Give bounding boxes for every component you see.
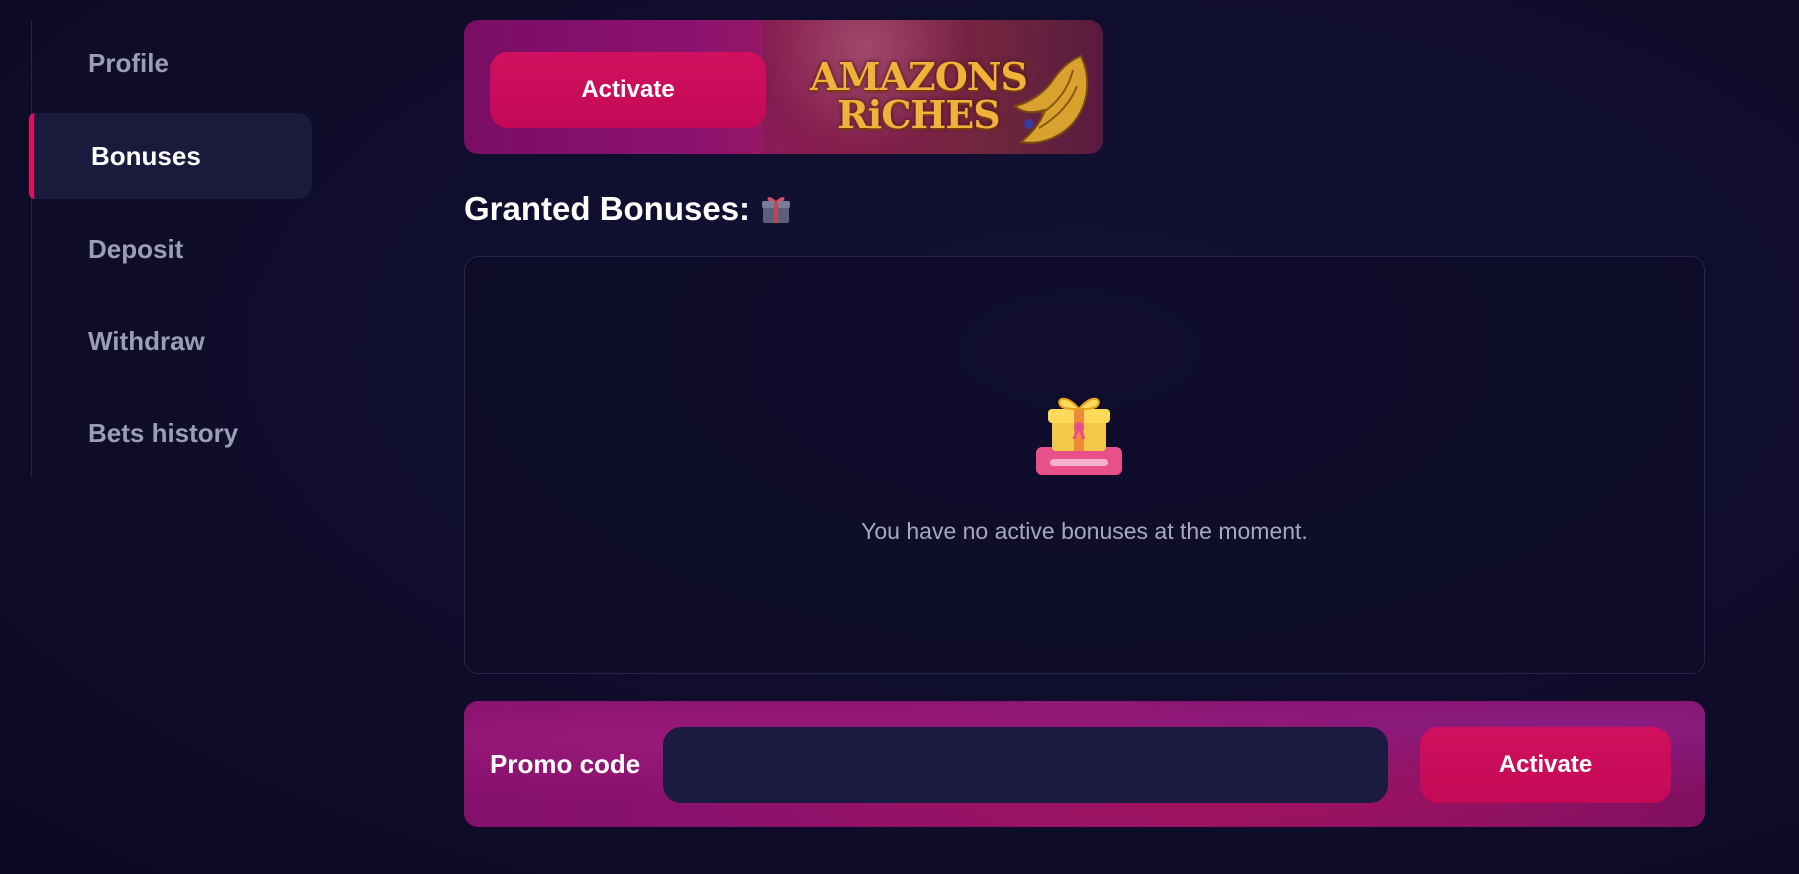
granted-bonuses-panel: You have no active bonuses at the moment… [464, 256, 1705, 674]
sidebar-item-label: Withdraw [88, 325, 205, 356]
granted-bonuses-title: Granted Bonuses: [464, 190, 792, 228]
banner-game-title-line2: RiCHES [837, 92, 1001, 137]
promo-code-bar: Promo code Activate [464, 701, 1705, 827]
bonuses-page: Profile Bonuses Deposit Withdraw Bets hi… [0, 0, 1799, 874]
promo-code-input[interactable] [663, 727, 1388, 803]
sidebar-item-label: Profile [88, 47, 169, 78]
empty-bonuses-message: You have no active bonuses at the moment… [861, 518, 1308, 544]
sidebar-item-withdraw[interactable]: Withdraw [29, 298, 312, 384]
granted-bonuses-title-text: Granted Bonuses: [464, 190, 751, 227]
gift-icon [762, 197, 791, 223]
sidebar-item-bonuses[interactable]: Bonuses [29, 113, 312, 199]
sidebar-item-bets-history[interactable]: Bets history [29, 390, 312, 476]
sidebar-item-label: Bets history [88, 417, 239, 448]
bonus-banner: AMAZONS RiCHES Activate [464, 20, 1103, 154]
sidebar-item-profile[interactable]: Profile [29, 20, 312, 106]
promo-code-label: Promo code [490, 748, 641, 779]
banner-game-title-line1: AMAZONS [809, 54, 1028, 99]
sidebar-item-deposit[interactable]: Deposit [29, 206, 312, 292]
sidebar-item-label: Deposit [88, 233, 184, 264]
golden-wing-icon [1013, 54, 1089, 144]
promo-activate-button[interactable]: Activate [1420, 727, 1671, 803]
banner-activate-button[interactable]: Activate [490, 52, 766, 128]
sidebar-item-label: Bonuses [91, 140, 201, 171]
sidebar-nav: Profile Bonuses Deposit Withdraw Bets hi… [29, 20, 312, 477]
gift-box-icon [1036, 397, 1122, 475]
banner-game-title: AMAZONS RiCHES [809, 54, 1028, 137]
